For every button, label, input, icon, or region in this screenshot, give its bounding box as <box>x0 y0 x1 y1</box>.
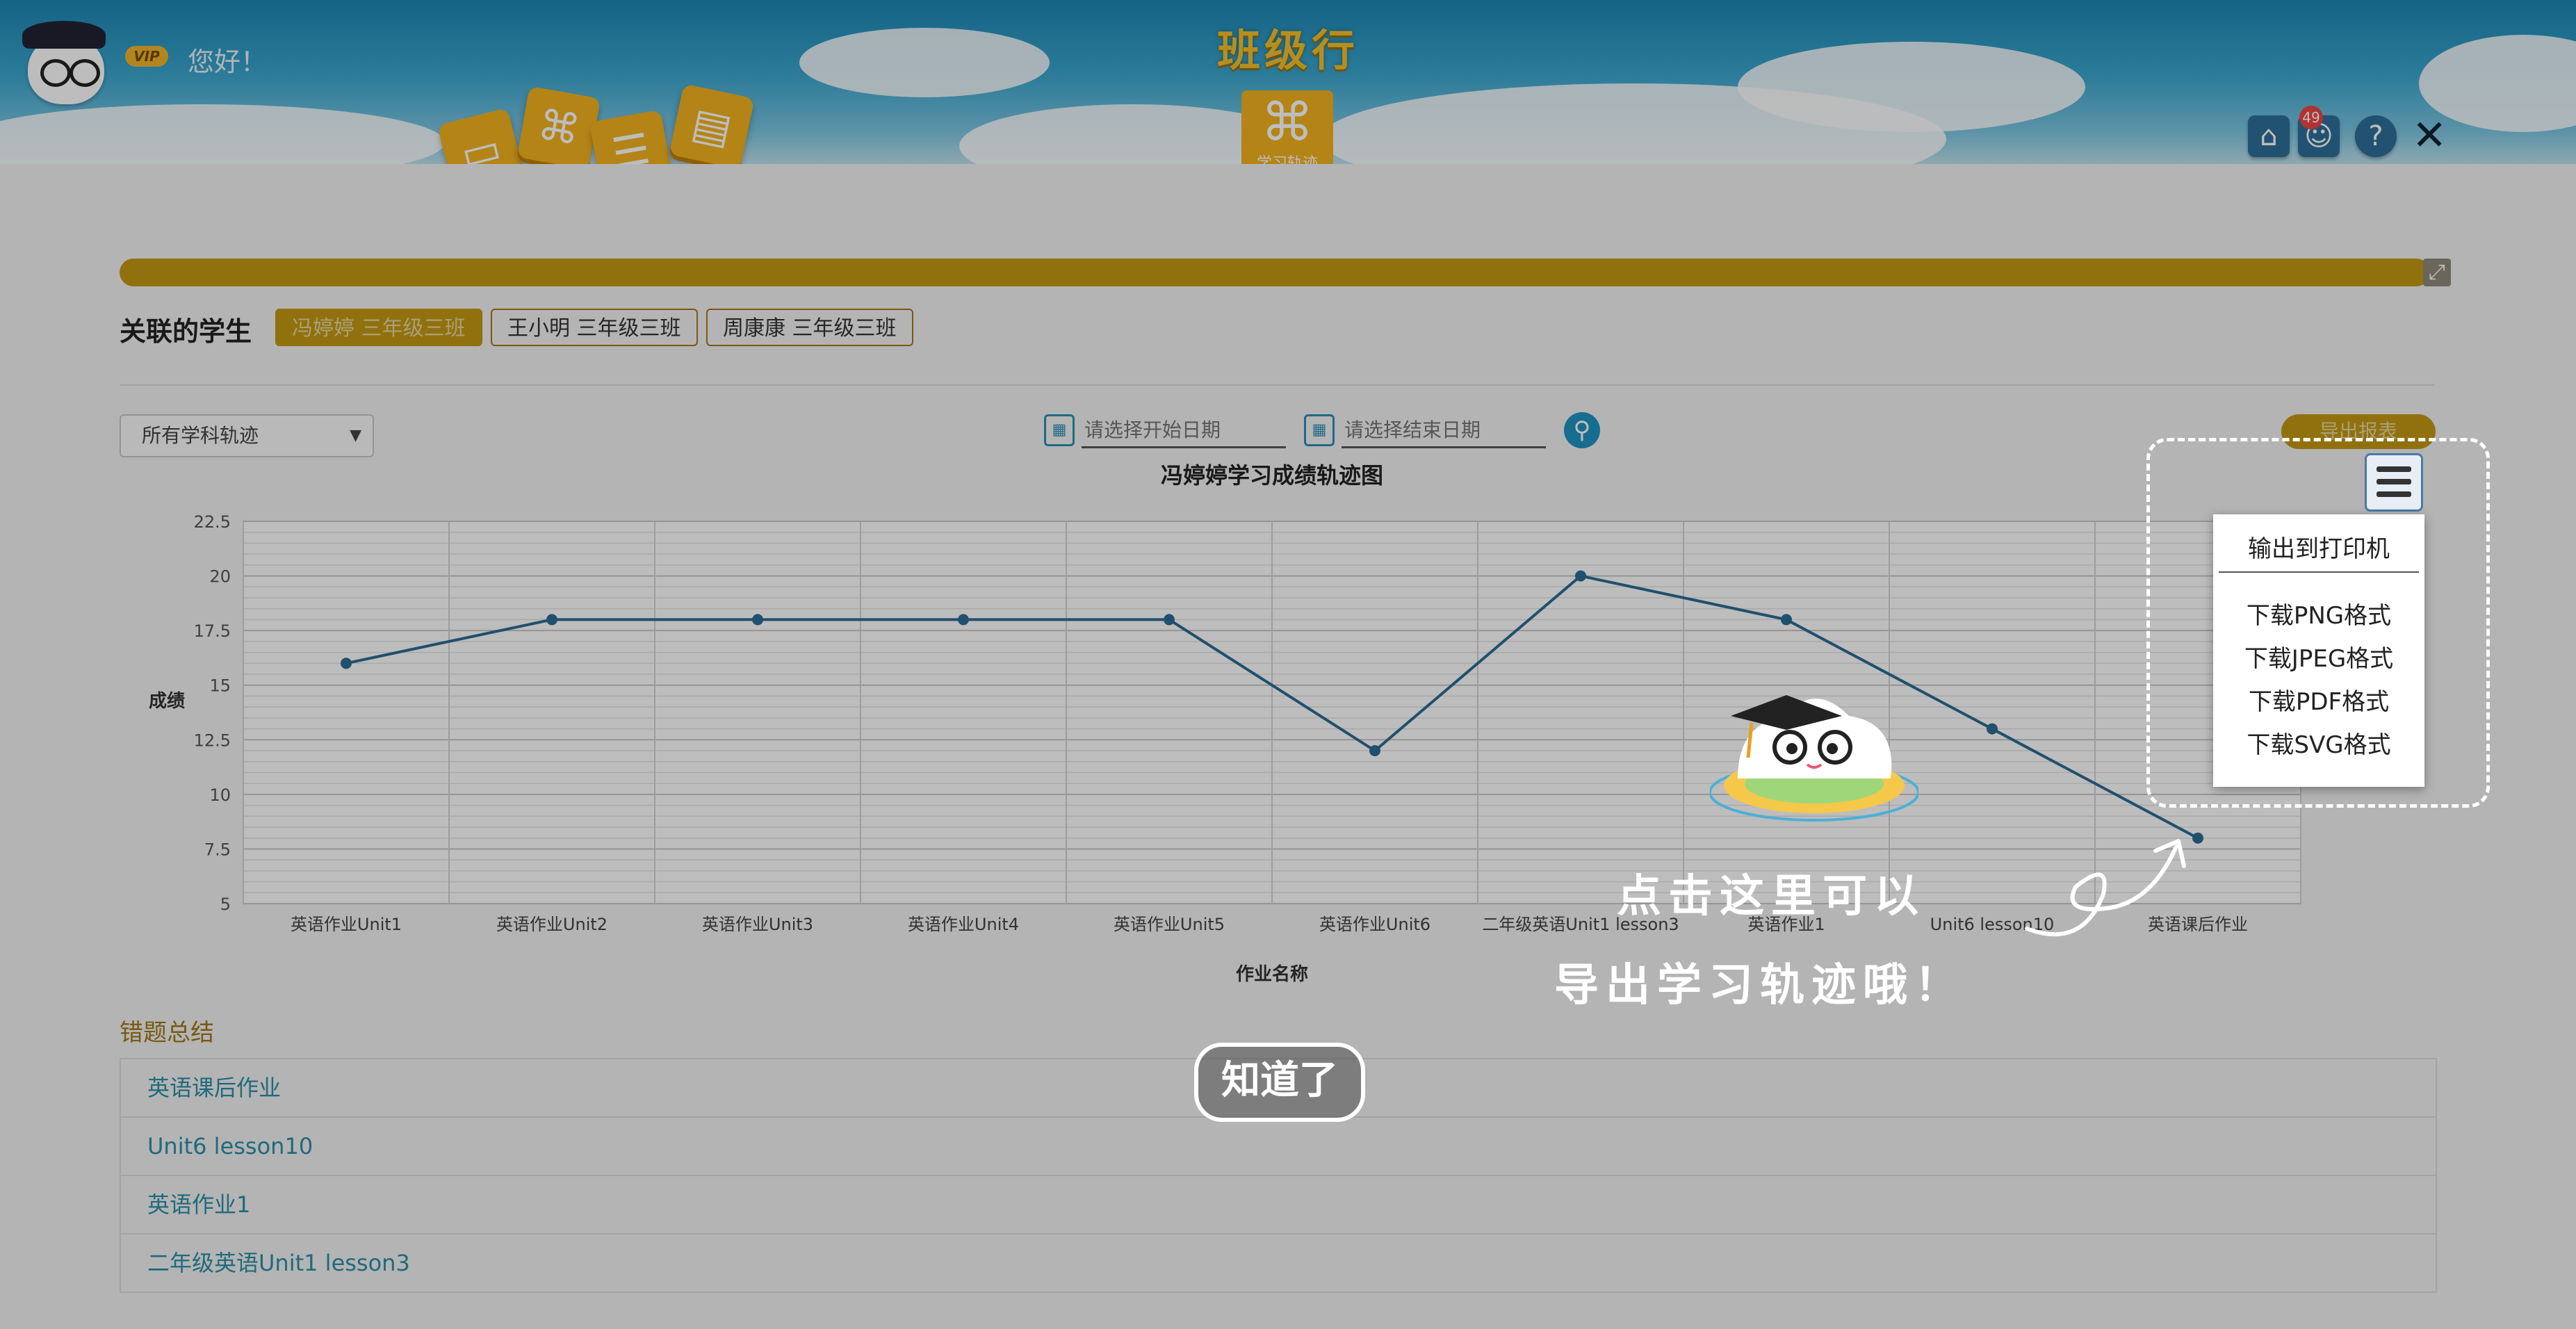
guide-text-line1: 点击这里可以 <box>1617 871 1925 922</box>
menu-item-print[interactable]: 输出到打印机 <box>2213 530 2424 564</box>
chart-menu-button[interactable] <box>2365 453 2423 512</box>
export-menu: 输出到打印机 下载PNG格式 下载JPEG格式 下载PDF格式 下载SVG格式 <box>2213 514 2424 787</box>
menu-item-svg[interactable]: 下载SVG格式 <box>2213 726 2424 760</box>
menu-divider <box>2219 571 2419 573</box>
hamburger-icon <box>2377 466 2411 472</box>
hamburger-icon <box>2377 491 2411 497</box>
guide-arrow-icon <box>2025 839 2186 937</box>
menu-item-jpeg[interactable]: 下载JPEG格式 <box>2213 639 2424 674</box>
menu-item-png[interactable]: 下载PNG格式 <box>2213 596 2424 630</box>
hamburger-icon <box>2377 479 2411 484</box>
guide-text-line2: 导出学习轨迹哦！ <box>1554 960 1966 1011</box>
got-it-button[interactable]: 知道了 <box>1194 1043 1365 1122</box>
mascot-illustration <box>1710 695 1918 822</box>
menu-item-pdf[interactable]: 下载PDF格式 <box>2213 683 2424 717</box>
